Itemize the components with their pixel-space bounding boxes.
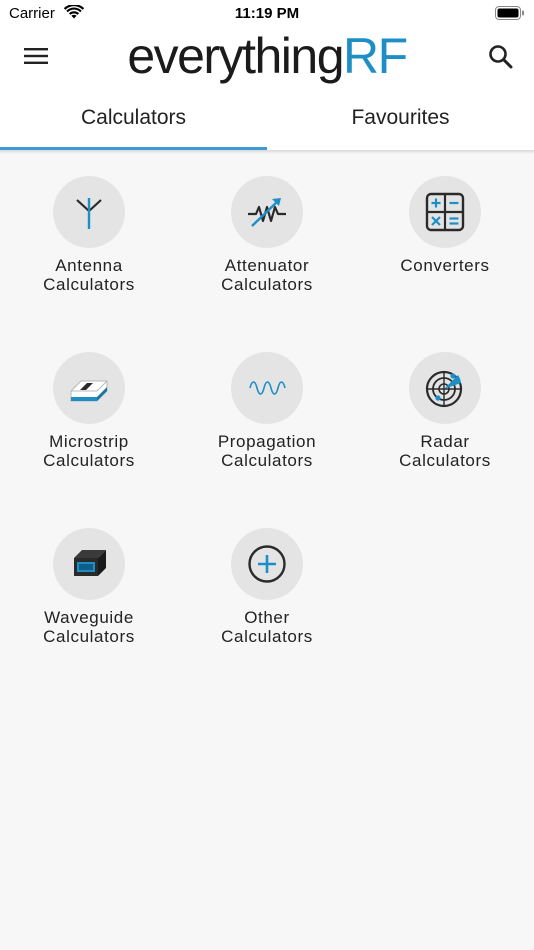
tab-divider <box>0 150 534 154</box>
category-icon-background <box>231 176 303 248</box>
category-label: Attenuator Calculators <box>221 256 313 294</box>
category-icon-background <box>53 528 125 600</box>
category-other[interactable]: Other Calculators <box>178 528 356 704</box>
radar-icon <box>425 370 463 408</box>
attenuator-icon <box>248 198 286 227</box>
category-icon-background <box>53 352 125 424</box>
calculator-category-grid: Antenna Calculators Attenuator Calculato… <box>0 176 534 704</box>
category-icon-background <box>231 352 303 424</box>
category-icon-background <box>409 352 481 424</box>
calculator-icon <box>425 192 465 232</box>
category-icon-background <box>409 176 481 248</box>
category-label: Propagation Calculators <box>217 432 317 470</box>
app-logo: everythingRF <box>0 24 534 88</box>
battery-icon <box>495 6 525 26</box>
plus-circle-icon <box>248 545 286 583</box>
clock: 11:19 PM <box>234 5 300 22</box>
category-icon-background <box>231 528 303 600</box>
category-propagation[interactable]: Propagation Calculators <box>178 352 356 528</box>
category-microstrip[interactable]: Microstrip Calculators <box>0 352 178 528</box>
category-label: Radar Calculators <box>399 432 491 470</box>
tab-bar: Calculators Favourites <box>0 96 534 150</box>
category-label: Waveguide Calculators <box>43 608 135 646</box>
tab-favourites[interactable]: Favourites <box>267 96 534 150</box>
category-label: Microstrip Calculators <box>43 432 135 470</box>
category-label: Converters <box>400 256 490 275</box>
category-attenuator[interactable]: Attenuator Calculators <box>178 176 356 352</box>
category-icon-background <box>53 176 125 248</box>
logo-text-rf: RF <box>343 28 408 84</box>
category-label: Other Calculators <box>221 608 313 646</box>
category-antenna[interactable]: Antenna Calculators <box>0 176 178 352</box>
category-radar[interactable]: Radar Calculators <box>356 352 534 528</box>
category-label: Antenna Calculators <box>43 256 135 294</box>
search-icon <box>489 45 513 69</box>
tab-calculators[interactable]: Calculators <box>0 96 267 150</box>
category-converters[interactable]: Converters <box>356 176 534 352</box>
wave-icon <box>249 381 286 395</box>
search-button[interactable] <box>484 40 518 74</box>
antenna-icon <box>76 198 102 229</box>
waveguide-icon <box>74 550 106 576</box>
logo-text-everything: everything <box>127 28 344 84</box>
header: Carrier 11:19 PM everythingRF Calculator… <box>0 0 534 150</box>
microstrip-icon <box>70 380 108 402</box>
category-waveguide[interactable]: Waveguide Calculators <box>0 528 178 704</box>
